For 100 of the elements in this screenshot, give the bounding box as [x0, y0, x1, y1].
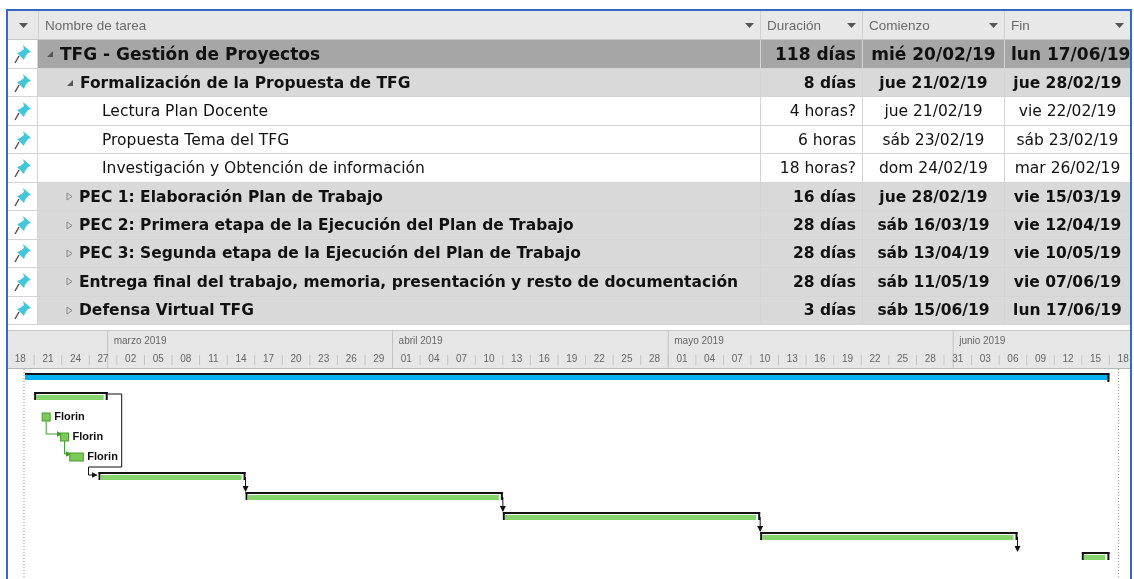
task-row[interactable]: PEC 2: Primera etapa de la Ejecución del Plan de Trabajo 28 días sáb 16/03/19 vie 12/04/19: [8, 211, 1130, 240]
day-label: 21: [42, 353, 54, 365]
summary-bar[interactable]: [34, 392, 108, 401]
day-label: 26: [345, 353, 357, 365]
task-row[interactable]: Entrega final del trabajo, memoria, presentación y resto de documentación 28 días sáb 11/05/19 vie 07/06/19: [8, 268, 1130, 297]
start-date-cell: jue 28/02/19: [862, 182, 1004, 211]
task-row[interactable]: Investigación y Obtención de información 18 horas? dom 24/02/19 mar 26/02/19: [8, 154, 1130, 183]
dropdown-caret-icon[interactable]: [18, 22, 28, 28]
column-header[interactable]: Fin: [1011, 17, 1030, 33]
day-label: 11: [208, 353, 219, 365]
duration-cell: 6 horas: [760, 125, 862, 154]
dependency-arrow: [757, 516, 764, 533]
start-date-cell: sáb 23/02/19: [862, 125, 1004, 154]
task-row[interactable]: TFG - Gestión de Proyectos 118 días mié 20/02/19 lun 17/06/19: [8, 40, 1130, 69]
duration-cell: 28 días: [760, 211, 862, 239]
dropdown-caret-icon[interactable]: [847, 22, 856, 28]
dropdown-caret-icon[interactable]: [989, 22, 998, 28]
task-row[interactable]: Propuesta Tema del TFG 6 horas sáb 23/02/19 sáb 23/02/19: [8, 125, 1130, 155]
pin-icon: [13, 129, 32, 150]
start-date-cell: jue 21/02/19: [862, 97, 1004, 125]
finish-date-cell: vie 07/06/19: [1004, 268, 1130, 296]
start-date-cell: dom 24/02/19: [862, 154, 1004, 182]
pin-icon: [13, 215, 32, 235]
task-row[interactable]: Formalización de la Propuesta de TFG 8 días jue 21/02/19 jue 28/02/19: [8, 68, 1130, 98]
pin-icon: [13, 271, 32, 292]
task-name: Lectura Plan Docente: [102, 102, 268, 121]
day-label: 08: [180, 353, 192, 365]
day-label: 04: [704, 353, 716, 365]
day-label: 10: [483, 353, 495, 365]
pin-icon: [13, 158, 32, 179]
month-label: junio 2019: [959, 335, 1006, 347]
duration-cell: 4 horas?: [760, 97, 862, 125]
day-label: 01: [400, 353, 412, 365]
duration-cell: 8 días: [760, 68, 862, 97]
day-label: 12: [1062, 353, 1074, 365]
day-label: 07: [455, 353, 468, 365]
task-row[interactable]: PEC 3: Segunda etapa de la Ejecución del Plan de Trabajo 28 días sáb 13/04/19 vie 10/05/19: [8, 239, 1130, 269]
day-label: 23: [318, 353, 330, 365]
column-header[interactable]: Comienzo: [869, 17, 930, 33]
dependency-arrow: [45, 420, 63, 438]
column-header[interactable]: Nombre de tarea: [45, 17, 147, 33]
collapse-arrow-icon[interactable]: [46, 50, 54, 59]
duration-cell: 3 días: [760, 296, 862, 325]
start-date-cell: sáb 13/04/19: [862, 239, 1004, 268]
pin-icon: [13, 44, 32, 65]
day-label: 07: [731, 353, 743, 365]
day-label: 05: [152, 353, 164, 365]
day-label: 02: [125, 353, 137, 365]
finish-date-cell: vie 12/04/19: [1004, 211, 1130, 239]
day-label: 22: [869, 353, 881, 365]
duration-cell: 28 días: [760, 239, 862, 268]
day-label: 18: [14, 353, 26, 365]
day-label: 16: [814, 353, 826, 365]
day-label: 09: [1034, 353, 1047, 365]
dropdown-caret-icon[interactable]: [1115, 22, 1124, 28]
start-date-cell: mié 20/02/19: [862, 40, 1004, 68]
task-name: Propuesta Tema del TFG: [102, 130, 290, 149]
task-name: Investigación y Obtención de información: [102, 159, 425, 178]
start-date-cell: sáb 11/05/19: [862, 268, 1004, 296]
task-row[interactable]: Lectura Plan Docente 4 horas? jue 21/02/19 vie 22/02/19: [8, 97, 1130, 126]
collapse-arrow-icon[interactable]: [66, 78, 74, 87]
start-date-cell: sáb 15/06/19: [862, 296, 1004, 325]
resource-label: Florin: [72, 430, 104, 443]
task-name: PEC 1: Elaboración Plan de Trabajo: [79, 187, 383, 206]
task-bar[interactable]: [60, 432, 70, 442]
day-label: 13: [511, 353, 523, 365]
pin-icon: [13, 101, 32, 122]
column-header[interactable]: Duración: [767, 17, 822, 33]
day-label: 06: [1007, 353, 1019, 365]
summary-bar[interactable]: [98, 472, 246, 481]
day-label: 10: [759, 353, 771, 365]
day-label: 19: [566, 353, 578, 365]
duration-cell: 118 días: [760, 40, 862, 68]
task-row[interactable]: PEC 1: Elaboración Plan de Trabajo 16 días jue 28/02/19 vie 15/03/19: [8, 182, 1130, 212]
task-name: Entrega final del trabajo, memoria, presentación y resto de documentación: [79, 272, 739, 291]
month-label: mayo 2019: [674, 335, 724, 347]
day-label: 25: [621, 353, 633, 365]
day-label: 14: [235, 353, 247, 365]
summary-bar[interactable]: [1081, 552, 1110, 561]
start-date-cell: jue 21/02/19: [862, 68, 1004, 97]
day-label: 28: [924, 353, 936, 365]
day-label: 24: [69, 353, 82, 365]
task-name: Defensa Virtual TFG: [79, 301, 254, 320]
finish-date-cell: vie 15/03/19: [1004, 182, 1130, 211]
day-label: 13: [786, 353, 798, 365]
resource-label: Florin: [54, 410, 85, 423]
summary-bar[interactable]: [245, 492, 503, 501]
project-summary-bar[interactable]: [25, 373, 1110, 383]
day-label: 17: [262, 353, 275, 365]
dropdown-caret-icon[interactable]: [745, 22, 754, 28]
day-label: 16: [538, 353, 550, 365]
summary-bar[interactable]: [502, 512, 761, 521]
day-label: 27: [97, 353, 109, 365]
pin-icon: [13, 300, 32, 321]
task-name: Formalización de la Propuesta de TFG: [80, 73, 411, 92]
summary-bar[interactable]: [760, 532, 1018, 541]
duration-cell: 28 días: [760, 268, 862, 296]
task-row[interactable]: Defensa Virtual TFG 3 días sáb 15/06/19 lun 17/06/19: [8, 296, 1130, 326]
pin-icon: [13, 186, 32, 207]
dependency-arrow: [64, 440, 72, 458]
